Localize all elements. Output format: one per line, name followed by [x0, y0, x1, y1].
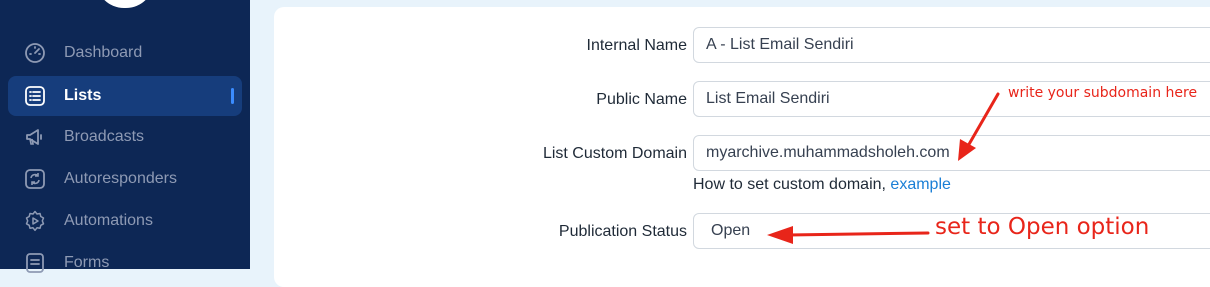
custom-domain-help: How to set custom domain, example — [693, 176, 951, 194]
megaphone-icon — [24, 126, 46, 148]
custom-domain-input[interactable] — [693, 135, 1210, 171]
sidebar-item-label: Automations — [64, 212, 153, 229]
sidebar-item-dashboard[interactable]: Dashboard — [8, 33, 242, 73]
form-icon — [24, 252, 46, 274]
sidebar-item-label: Forms — [64, 254, 110, 271]
sidebar-item-label: Broadcasts — [64, 128, 145, 145]
internal-name-input[interactable] — [693, 27, 1210, 63]
custom-domain-label: List Custom Domain — [542, 145, 687, 162]
publication-status-label: Publication Status — [558, 223, 687, 240]
list-settings-card: Internal Name Public Name List Custom Do… — [274, 7, 1210, 287]
refresh-icon — [24, 168, 46, 190]
sidebar-item-autoresponders[interactable]: Autoresponders — [8, 159, 242, 199]
custom-domain-example-link[interactable]: example — [890, 176, 950, 193]
sidebar-item-label: Dashboard — [64, 44, 143, 61]
internal-name-label: Internal Name — [586, 37, 688, 54]
sidebar-item-automations[interactable]: Automations — [8, 201, 242, 241]
gear-play-icon — [24, 210, 46, 232]
logo — [96, 0, 154, 8]
sidebar-item-forms[interactable]: Forms — [8, 243, 242, 283]
list-icon — [24, 85, 46, 107]
active-indicator — [231, 88, 234, 104]
sidebar-item-lists[interactable]: Lists — [8, 76, 242, 116]
sidebar-item-label: Lists — [64, 87, 102, 104]
status-annotation: set to Open option — [935, 214, 1150, 240]
custom-domain-help-text: How to set custom domain, — [693, 176, 886, 193]
publication-status-value: Open — [711, 222, 751, 239]
subdomain-annotation: write your subdomain here — [1008, 85, 1198, 101]
sidebar: Dashboard Lists Broadcasts Autoresponder… — [0, 0, 250, 273]
sidebar-item-broadcasts[interactable]: Broadcasts — [8, 117, 242, 157]
sidebar-item-label: Autoresponders — [64, 170, 177, 187]
public-name-label: Public Name — [596, 91, 687, 108]
dashboard-icon — [24, 42, 46, 64]
